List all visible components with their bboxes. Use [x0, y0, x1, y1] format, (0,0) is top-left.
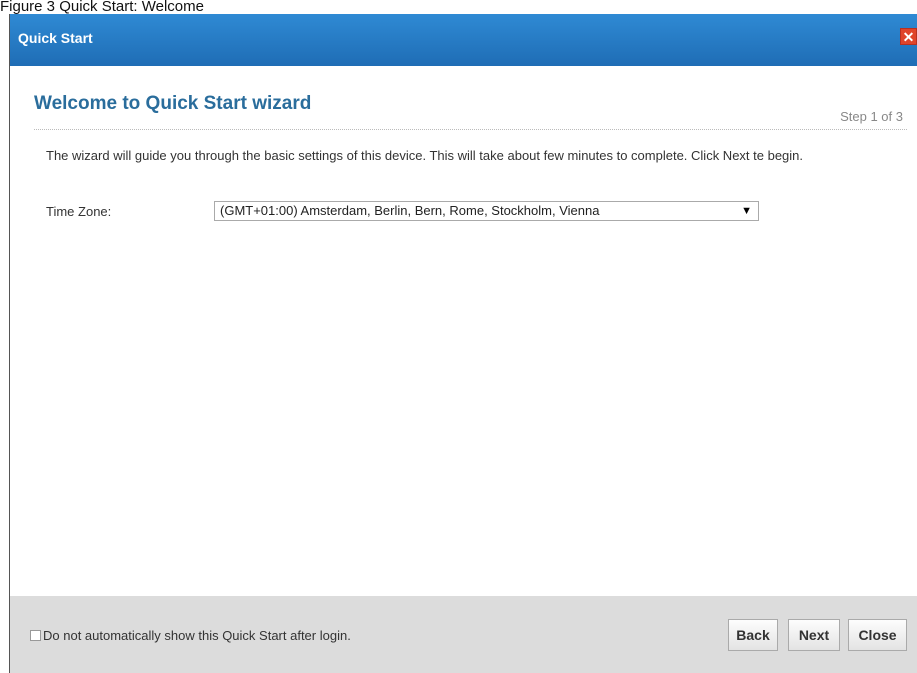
dropdown-arrow-icon: ▼	[741, 205, 752, 217]
dialog-content: Welcome to Quick Start wizard Step 1 of …	[10, 66, 917, 596]
figure-caption: Figure 3 Quick Start: Welcome	[0, 0, 204, 14]
close-button[interactable]: Close	[848, 619, 907, 651]
wizard-description: The wizard will guide you through the ba…	[46, 148, 804, 163]
quick-start-dialog: Quick Start ✕ Welcome to Quick Start wiz…	[9, 14, 917, 673]
checkbox-box[interactable]	[30, 630, 41, 641]
next-button[interactable]: Next	[788, 619, 840, 651]
dialog-footer: Do not automatically show this Quick Sta…	[10, 596, 917, 673]
step-indicator: Step 1 of 3	[840, 109, 903, 124]
time-zone-value: (GMT+01:00) Amsterdam, Berlin, Bern, Rom…	[220, 203, 600, 218]
checkbox-label: Do not automatically show this Quick Sta…	[43, 628, 351, 643]
close-icon[interactable]: ✕	[900, 28, 917, 45]
dialog-titlebar: Quick Start ✕	[10, 14, 917, 66]
time-zone-label: Time Zone:	[46, 204, 112, 219]
back-button[interactable]: Back	[728, 619, 778, 651]
wizard-heading: Welcome to Quick Start wizard	[34, 93, 312, 114]
dialog-title: Quick Start	[18, 30, 93, 46]
do-not-show-checkbox[interactable]: Do not automatically show this Quick Sta…	[30, 628, 351, 643]
time-zone-select[interactable]: (GMT+01:00) Amsterdam, Berlin, Bern, Rom…	[214, 201, 759, 221]
dotted-divider	[34, 129, 907, 130]
